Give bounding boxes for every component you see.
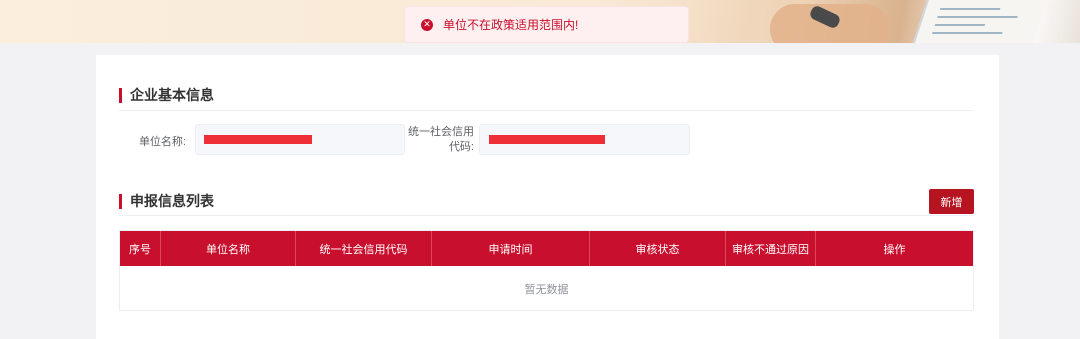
declaration-table: 序号 单位名称 统一社会信用代码 申请时间 审核状态 审核不通过原因 操作 暂无… <box>119 230 974 311</box>
column-header-credit-code: 统一社会信用代码 <box>296 231 432 266</box>
column-header-unit-name: 单位名称 <box>161 231 296 266</box>
unit-name-field[interactable] <box>195 124 405 155</box>
toast-message: 单位不在政策适用范围内! <box>443 18 579 32</box>
column-header-review-status: 审核状态 <box>590 231 726 266</box>
basic-info-heading: 企业基本信息 <box>119 86 214 104</box>
credit-code-field[interactable] <box>479 124 690 155</box>
declaration-title: 申报信息列表 <box>130 193 214 209</box>
column-header-reject-reason: 审核不通过原因 <box>726 231 816 266</box>
error-toast: ✕ 单位不在政策适用范围内! <box>404 6 689 43</box>
basic-info-title: 企业基本信息 <box>130 87 214 103</box>
empty-table-message: 暂无数据 <box>524 283 569 296</box>
declaration-heading: 申报信息列表 <box>119 192 214 210</box>
main-card: 企业基本信息 单位名称: 统一社会信用 代码: 申报信息列表 新增 序号 单位名… <box>96 55 999 339</box>
banner-photo <box>680 0 1080 43</box>
column-header-actions: 操作 <box>883 243 906 256</box>
heading-accent-bar <box>119 193 122 209</box>
error-circle-icon: ✕ <box>421 18 433 31</box>
unit-name-label: 单位名称: <box>138 136 186 148</box>
divider <box>119 215 974 216</box>
column-header-apply-time: 申请时间 <box>432 231 590 266</box>
credit-code-label: 统一社会信用 代码: <box>408 126 474 153</box>
redacted-unit-name <box>204 135 312 144</box>
divider <box>119 110 974 111</box>
table-header: 序号 单位名称 统一社会信用代码 申请时间 审核状态 审核不通过原因 操作 <box>120 231 973 266</box>
column-header-index: 序号 <box>120 231 161 266</box>
add-button[interactable]: 新增 <box>929 189 974 214</box>
redacted-credit-code <box>489 135 605 144</box>
heading-accent-bar <box>119 87 122 103</box>
